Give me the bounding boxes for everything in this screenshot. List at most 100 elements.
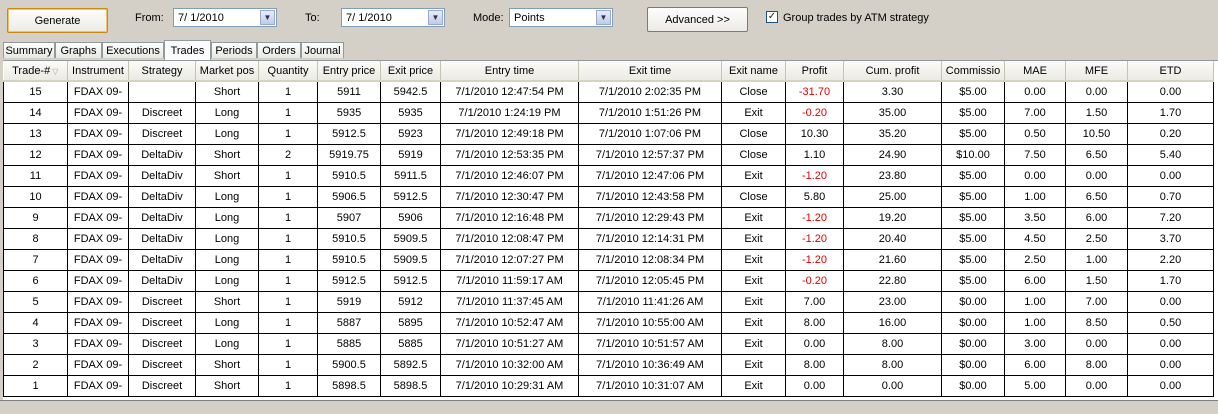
column-header-cum-profit[interactable]: Cum. profit (843, 61, 942, 82)
chevron-down-icon[interactable]: ▼ (428, 10, 443, 25)
chevron-down-icon[interactable]: ▼ (596, 10, 611, 25)
table-row[interactable]: 12 FDAX 09- DeltaDiv Short 2 5919.75 5919 7/1/2… (3, 144, 1214, 166)
table-cell: 7/1/2010 12:16:48 PM (440, 207, 579, 229)
table-row[interactable]: 1 FDAX 09- Discreet Short 1 5898.5 5898.5 7/1/2… (3, 375, 1214, 397)
group-trades-checkbox[interactable]: ✓ (766, 11, 778, 23)
table-cell: FDAX 09- (67, 165, 129, 187)
table-cell: Close (721, 186, 786, 208)
table-cell: $5.00 (941, 81, 1005, 103)
table-row[interactable]: 14 FDAX 09- Discreet Long 1 5935 5935 7/1/2010 … (3, 102, 1214, 124)
table-cell: 7/1/2010 2:02:35 PM (578, 81, 722, 103)
tab-executions[interactable]: Executions (102, 42, 164, 58)
table-cell: $5.00 (941, 207, 1005, 229)
table-cell: 7/1/2010 10:51:27 AM (440, 333, 579, 355)
tab-graphs[interactable]: Graphs (55, 42, 102, 58)
trades-table-body: 15 FDAX 09- Short 1 5911 5942.5 7/1/2010 12:47… (3, 81, 1214, 397)
table-cell: Short (195, 291, 259, 313)
column-header-profit[interactable]: Profit (785, 61, 844, 82)
table-cell: 7/1/2010 12:49:18 PM (440, 123, 579, 145)
generate-button[interactable]: Generate (7, 8, 108, 33)
table-row[interactable]: 11 FDAX 09- DeltaDiv Short 1 5910.5 5911.5 7/1/… (3, 165, 1214, 187)
table-cell: Discreet (128, 354, 196, 376)
chevron-down-icon[interactable]: ▼ (260, 10, 275, 25)
column-header-instrument[interactable]: Instrument (67, 61, 129, 82)
table-cell: 1.10 (785, 144, 844, 166)
table-row[interactable]: 4 FDAX 09- Discreet Long 1 5887 5895 7/1/2010 1… (3, 312, 1214, 334)
tab-orders[interactable]: Orders (257, 42, 301, 58)
column-header-exit-name[interactable]: Exit name (721, 61, 786, 82)
table-cell: FDAX 09- (67, 144, 129, 166)
table-cell: 7/1/2010 12:14:31 PM (578, 228, 722, 250)
table-row[interactable]: 9 FDAX 09- DeltaDiv Long 1 5907 5906 7/1/2010 1… (3, 207, 1214, 229)
table-row[interactable]: 2 FDAX 09- Discreet Short 1 5900.5 5892.5 7/1/2… (3, 354, 1214, 376)
table-cell: 0.00 (1127, 291, 1214, 313)
table-cell: 1.00 (1004, 186, 1066, 208)
column-header-etd[interactable]: ETD (1127, 61, 1214, 82)
table-row[interactable]: 3 FDAX 09- Discreet Long 1 5885 5885 7/1/2010 1… (3, 333, 1214, 355)
table-cell: FDAX 09- (67, 333, 129, 355)
column-header-strategy[interactable]: Strategy (128, 61, 196, 82)
table-cell: Long (195, 102, 259, 124)
table-cell: 1.70 (1127, 270, 1214, 292)
table-cell: 0.00 (1065, 333, 1128, 355)
table-cell: 7/1/2010 12:29:43 PM (578, 207, 722, 229)
table-cell: Long (195, 312, 259, 334)
table-cell: 5898.5 (317, 375, 381, 397)
table-row[interactable]: 5 FDAX 09- Discreet Short 1 5919 5912 7/1/2010 … (3, 291, 1214, 313)
column-header-entry-time[interactable]: Entry time (440, 61, 579, 82)
table-cell: -1.20 (785, 207, 844, 229)
table-row[interactable]: 8 FDAX 09- DeltaDiv Long 1 5910.5 5909.5 7/1/20… (3, 228, 1214, 250)
table-cell: Short (195, 375, 259, 397)
table-cell: 5935 (317, 102, 381, 124)
table-row[interactable]: 6 FDAX 09- DeltaDiv Long 1 5912.5 5912.5 7/1/20… (3, 270, 1214, 292)
table-cell: 1.70 (1127, 102, 1214, 124)
table-cell: 1 (258, 186, 318, 208)
column-header-market-pos[interactable]: Market pos (195, 61, 259, 82)
table-cell: 4.50 (1004, 228, 1066, 250)
to-date-picker[interactable]: 7/ 1/2010 ▼ (341, 8, 445, 27)
table-cell: 5912.5 (380, 186, 441, 208)
table-cell: 1 (258, 270, 318, 292)
table-cell: 3.70 (1127, 228, 1214, 250)
table-cell: FDAX 09- (67, 102, 129, 124)
table-cell: 24.90 (843, 144, 942, 166)
column-header-mfe[interactable]: MFE (1065, 61, 1128, 82)
from-date-picker[interactable]: 7/ 1/2010 ▼ (173, 8, 277, 27)
table-cell: 7/1/2010 11:59:17 AM (440, 270, 579, 292)
tab-summary[interactable]: Summary (3, 42, 55, 58)
table-cell: 7/1/2010 11:41:26 AM (578, 291, 722, 313)
table-cell: 7/1/2010 10:52:47 AM (440, 312, 579, 334)
table-cell: $0.00 (941, 291, 1005, 313)
table-row[interactable]: 10 FDAX 09- DeltaDiv Long 1 5906.5 5912.5 7/1/2… (3, 186, 1214, 208)
table-cell: 25.00 (843, 186, 942, 208)
column-header-mae[interactable]: MAE (1004, 61, 1066, 82)
table-cell: 7/1/2010 10:32:00 AM (440, 354, 579, 376)
column-header-trade-number[interactable]: Trade-# ▽ (3, 61, 68, 82)
table-cell: Exit (721, 312, 786, 334)
table-cell: 9 (3, 207, 68, 229)
column-header-quantity[interactable]: Quantity (258, 61, 318, 82)
table-cell: 7/1/2010 12:46:07 PM (440, 165, 579, 187)
table-cell: Long (195, 123, 259, 145)
table-row[interactable]: 15 FDAX 09- Short 1 5911 5942.5 7/1/2010 12:47… (3, 81, 1214, 103)
table-cell: 7.20 (1127, 207, 1214, 229)
column-header-entry-price[interactable]: Entry price (317, 61, 381, 82)
mode-select[interactable]: Points ▼ (509, 8, 613, 27)
group-trades-label: Group trades by ATM strategy (783, 12, 929, 24)
table-cell: Close (721, 81, 786, 103)
table-row[interactable]: 13 FDAX 09- Discreet Long 1 5912.5 5923 7/1/201… (3, 123, 1214, 145)
column-header-exit-time[interactable]: Exit time (578, 61, 722, 82)
tab-journal[interactable]: Journal (301, 42, 344, 58)
tab-periods[interactable]: Periods (211, 42, 257, 58)
tab-trades[interactable]: Trades (164, 40, 211, 60)
table-cell: FDAX 09- (67, 186, 129, 208)
table-row[interactable]: 7 FDAX 09- DeltaDiv Long 1 5910.5 5909.5 7/1/20… (3, 249, 1214, 271)
table-cell: 5898.5 (380, 375, 441, 397)
table-cell: 7.00 (1004, 102, 1066, 124)
table-cell: 5906 (380, 207, 441, 229)
advanced-button[interactable]: Advanced >> (647, 7, 748, 32)
table-cell: 5911.5 (380, 165, 441, 187)
column-header-commission[interactable]: Commissio (941, 61, 1005, 82)
table-cell: 7/1/2010 12:57:37 PM (578, 144, 722, 166)
column-header-exit-price[interactable]: Exit price (380, 61, 441, 82)
